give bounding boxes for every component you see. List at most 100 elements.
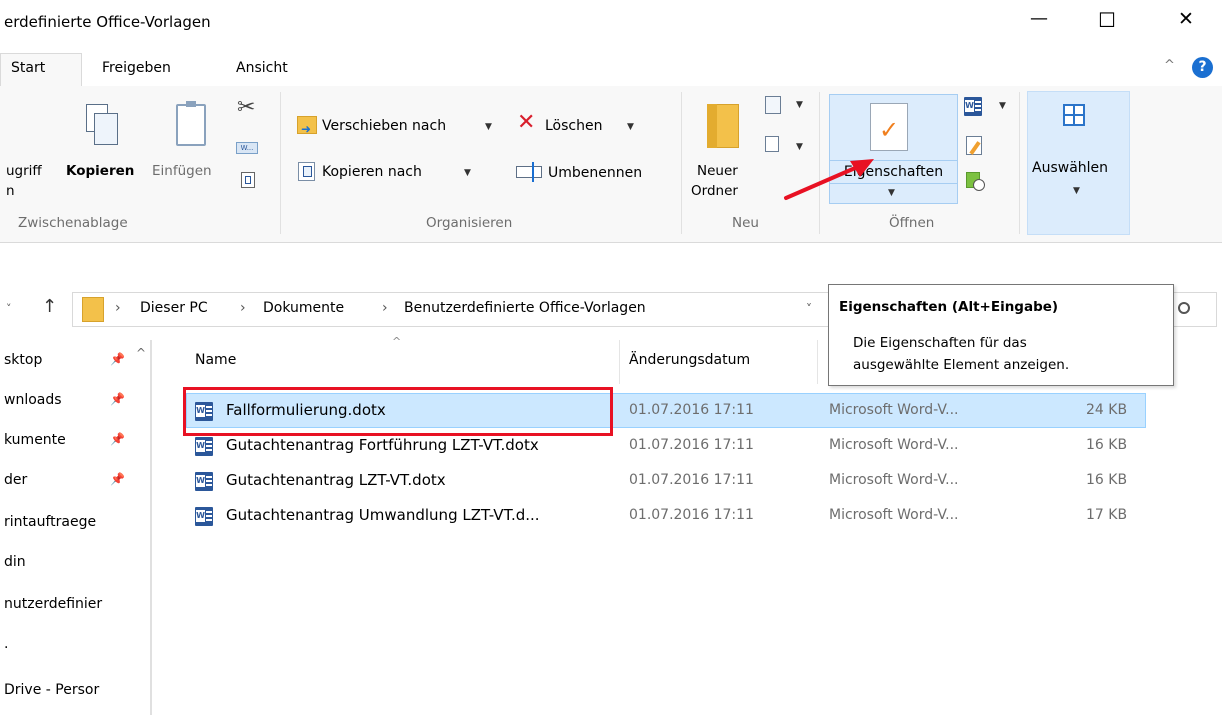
nav-item-bilder[interactable]: der: [4, 472, 27, 488]
separator: [1019, 92, 1020, 234]
nav-item-benutzerdefiniert[interactable]: nutzerdefinier: [4, 596, 102, 612]
breadcrumb-separator: ›: [240, 300, 246, 316]
file-size: 17 KB: [1086, 507, 1128, 523]
delete-button[interactable]: Löschen: [545, 118, 602, 134]
tooltip-title: Eigenschaften (Alt+Eingabe): [839, 299, 1059, 315]
file-date: 01.07.2016 17:11: [629, 437, 754, 453]
table-row[interactable]: W Gutachtenantrag Umwandlung LZT-VT.d...…: [186, 500, 1146, 533]
delete-icon[interactable]: ✕: [517, 112, 535, 134]
nav-item-downloads[interactable]: wnloads: [4, 392, 62, 408]
tab-start[interactable]: Start: [0, 53, 82, 87]
collapse-ribbon-icon[interactable]: ^: [1164, 58, 1175, 73]
select-all-icon: [1063, 104, 1085, 126]
nav-item-desktop[interactable]: sktop: [4, 352, 42, 368]
new-item-dropdown-icon[interactable]: ▼: [796, 100, 803, 110]
column-divider[interactable]: [619, 340, 620, 384]
paste-button[interactable]: Einfügen: [152, 163, 212, 179]
sort-ascending-icon[interactable]: ^: [392, 335, 401, 348]
file-type: Microsoft Word-V...: [829, 437, 959, 453]
column-header-name[interactable]: Name: [195, 352, 236, 368]
pin-icon[interactable]: 📌: [110, 472, 125, 486]
breadcrumb-current-folder[interactable]: Benutzerdefinierte Office-Vorlagen: [404, 300, 646, 316]
close-button[interactable]: ✕: [1178, 8, 1194, 30]
properties-dropdown-icon: ▼: [888, 188, 895, 198]
table-row[interactable]: W Gutachtenantrag LZT-VT.dotx 01.07.2016…: [186, 465, 1146, 498]
move-to-icon[interactable]: ➜: [297, 116, 317, 135]
breadcrumb-dokumente[interactable]: Dokumente: [263, 300, 344, 316]
annotation-arrow: [784, 159, 874, 200]
separator: [681, 92, 682, 234]
open-word-icon[interactable]: W: [964, 97, 982, 116]
nav-item-admin[interactable]: din: [4, 554, 26, 570]
properties-icon: ✓: [870, 103, 908, 151]
select-dropdown-icon: ▼: [1073, 186, 1080, 196]
nav-item-dokumente[interactable]: kumente: [4, 432, 66, 448]
edit-icon[interactable]: [966, 136, 982, 155]
paste-shortcut-icon[interactable]: [241, 172, 255, 188]
copy-to-dropdown-icon[interactable]: ▼: [464, 168, 471, 178]
delete-dropdown-icon[interactable]: ▼: [627, 122, 634, 132]
paste-icon[interactable]: [176, 101, 206, 146]
new-item-icon[interactable]: [765, 96, 781, 114]
breadcrumb-separator: ›: [382, 300, 388, 316]
group-label-new: Neu: [732, 215, 759, 231]
maximize-button[interactable]: ☐: [1098, 8, 1116, 32]
copy-to-icon[interactable]: [298, 162, 315, 181]
copy-to-button[interactable]: Kopieren nach: [322, 164, 422, 180]
rename-button[interactable]: Umbenennen: [548, 165, 642, 181]
tab-freigeben[interactable]: Freigeben: [102, 60, 171, 76]
history-icon[interactable]: [966, 172, 985, 191]
file-size: 16 KB: [1086, 437, 1128, 453]
nav-pane-scrollbar[interactable]: [150, 340, 152, 715]
ribbon-bottom-border: [0, 242, 1222, 243]
pin-icon[interactable]: 📌: [110, 352, 125, 366]
folder-icon: [82, 297, 104, 322]
word-template-icon: W: [195, 507, 213, 526]
pin-icon[interactable]: 📌: [110, 392, 125, 406]
address-dropdown-icon[interactable]: ˅: [806, 302, 812, 316]
up-arrow-icon[interactable]: ↑: [42, 296, 57, 317]
column-divider[interactable]: [817, 340, 818, 384]
tooltip-line-2: ausgewählte Element anzeigen.: [853, 357, 1070, 373]
file-name: Gutachtenantrag Fortführung LZT-VT.dotx: [226, 436, 539, 454]
new-folder-icon[interactable]: [707, 104, 739, 148]
search-icon: [1178, 302, 1190, 314]
column-header-date[interactable]: Änderungsdatum: [629, 352, 750, 368]
open-dropdown-icon[interactable]: ▼: [999, 101, 1006, 111]
nav-item-dot[interactable]: .: [4, 636, 8, 652]
group-label-open: Öffnen: [889, 215, 935, 231]
copy-button[interactable]: Kopieren: [66, 163, 134, 179]
quick-access-label[interactable]: ugriff: [6, 163, 42, 179]
recent-locations-icon[interactable]: ˅: [6, 302, 12, 315]
nav-item-druckauftraege[interactable]: rintauftraege: [4, 514, 96, 530]
word-template-icon: W: [195, 437, 213, 456]
search-box[interactable]: [1167, 292, 1217, 327]
file-date: 01.07.2016 17:11: [629, 472, 754, 488]
navigation-pane: sktop 📌 ^ wnloads 📌 kumente 📌 der 📌 rint…: [0, 340, 160, 715]
copy-path-icon[interactable]: W...: [236, 142, 258, 154]
move-to-button[interactable]: Verschieben nach: [322, 118, 446, 134]
cut-icon[interactable]: ✂: [237, 95, 255, 120]
file-size: 24 KB: [1086, 402, 1128, 418]
nav-item-onedrive[interactable]: Drive - Persor: [4, 682, 99, 698]
checkmark-icon: ✓: [879, 116, 900, 144]
pin-icon[interactable]: 📌: [110, 432, 125, 446]
new-folder-label[interactable]: Neuer: [697, 163, 738, 179]
word-template-icon: W: [195, 472, 213, 491]
breadcrumb-dieser-pc[interactable]: Dieser PC: [140, 300, 208, 316]
nav-scroll-up-icon[interactable]: ^: [136, 346, 146, 360]
copy-icon[interactable]: [86, 104, 140, 160]
move-to-dropdown-icon[interactable]: ▼: [485, 122, 492, 132]
select-button[interactable]: Auswählen ▼: [1027, 91, 1130, 235]
easy-access-icon[interactable]: [765, 136, 779, 152]
help-icon[interactable]: ?: [1192, 57, 1213, 78]
breadcrumb-separator: ›: [115, 300, 121, 316]
tab-ansicht[interactable]: Ansicht: [236, 60, 288, 76]
minimize-button[interactable]: —: [1030, 8, 1048, 29]
file-type: Microsoft Word-V...: [829, 507, 959, 523]
table-row[interactable]: W Gutachtenantrag Fortführung LZT-VT.dot…: [186, 430, 1146, 463]
easy-access-dropdown-icon[interactable]: ▼: [796, 142, 803, 152]
new-folder-label-2[interactable]: Ordner: [691, 183, 738, 199]
rename-icon[interactable]: [516, 162, 542, 182]
file-size: 16 KB: [1086, 472, 1128, 488]
